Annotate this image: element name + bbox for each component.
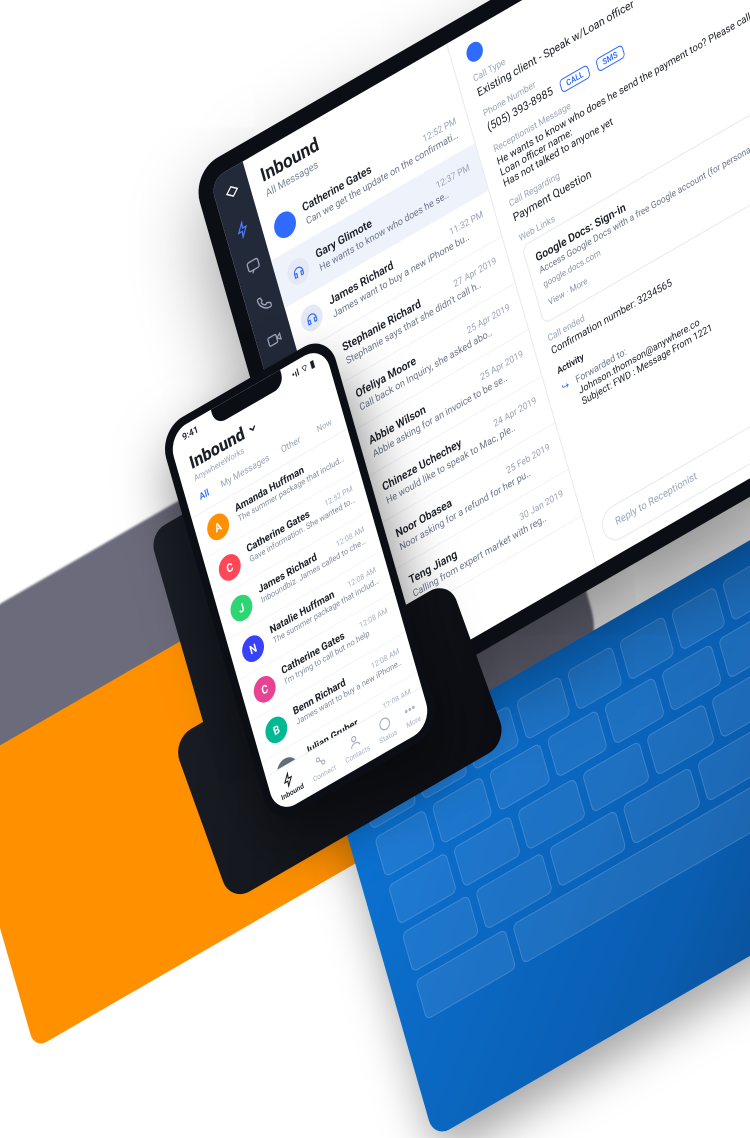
chevron-down-icon <box>246 419 260 437</box>
contact-avatar: N <box>239 631 267 667</box>
nav-phone-icon[interactable] <box>255 291 274 318</box>
forward-icon: ↪ <box>561 379 577 416</box>
status-dot-icon <box>464 38 485 65</box>
headset-avatar-icon <box>271 207 299 243</box>
nav-chat-icon[interactable] <box>244 254 263 281</box>
nav-inbound[interactable]: Inbound <box>276 766 305 803</box>
nav-more[interactable]: More <box>401 698 422 730</box>
app-logo-icon <box>223 181 242 208</box>
contact-avatar: J <box>228 590 256 626</box>
contact-avatar: C <box>251 671 279 707</box>
nav-video-icon[interactable] <box>265 327 284 354</box>
contact-avatar: C <box>216 550 244 586</box>
nav-status[interactable]: Status <box>374 712 398 746</box>
nav-bolt-icon[interactable] <box>234 217 253 244</box>
contact-avatar: A <box>204 509 232 545</box>
scene: Inbound All Messages Catherine Gates12:5… <box>0 0 750 958</box>
reply-placeholder: Reply to Receptionist <box>614 471 698 529</box>
contact-avatar: B <box>263 712 291 748</box>
nav-connect[interactable]: Connect <box>308 747 337 784</box>
nav-contacts[interactable]: Contacts <box>340 728 371 766</box>
tab-other[interactable]: Other <box>280 435 302 456</box>
headset-avatar-icon <box>285 253 313 289</box>
now-label: Now <box>316 417 333 435</box>
headset-avatar-icon <box>298 300 326 336</box>
tab-all[interactable]: All <box>198 488 210 503</box>
message-time <box>339 443 342 454</box>
